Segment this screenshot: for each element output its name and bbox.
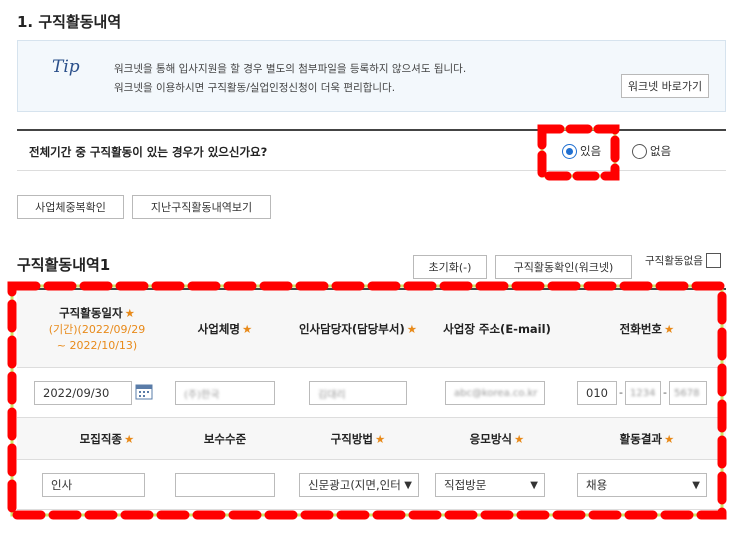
chevron-down-icon: ▼ xyxy=(404,479,412,491)
phone-last-input[interactable]: 5678 xyxy=(669,381,707,405)
job-search-method-select[interactable]: 신문광고(지면,인터 ▼ xyxy=(299,473,419,497)
activity-date-input[interactable]: 2022/09/30 xyxy=(34,381,132,405)
salary-input[interactable] xyxy=(175,473,275,497)
chevron-down-icon: ▼ xyxy=(692,479,700,491)
header-job-type: 모집직종 ★ xyxy=(79,431,135,446)
table-input-row-1: 2022/09/30 (주)한국 김대리 abc@korea.co.kr 010… xyxy=(17,368,726,418)
address-email-input[interactable]: abc@korea.co.kr xyxy=(445,381,545,405)
activity-table: 구직활동일자 ★ (기간)(2022/09/29 ~ 2022/10/13) 사업… xyxy=(17,288,726,510)
header-hr-manager: 인사담당자(담당부서) ★ xyxy=(298,321,418,336)
table-input-row-2: 인사 신문광고(지면,인터 ▼ 직접방문 ▼ 채용 ▼ xyxy=(17,460,726,510)
tip-box: Tip 워크넷을 통해 입사지원을 할 경우 별도의 첨부파일을 등록하지 않으… xyxy=(17,40,726,112)
header-company: 사업체명 ★ xyxy=(197,321,253,336)
phone-prefix-input[interactable]: 010 xyxy=(577,381,617,405)
header-job-search-method: 구직방법 ★ xyxy=(330,431,386,446)
tip-line-1: 워크넷을 통해 입사지원을 할 경우 별도의 첨부파일을 등록하지 않으셔도 됩… xyxy=(114,63,467,75)
no-activity-checkbox[interactable]: 구직활동없음 xyxy=(645,253,721,268)
header-apply-method: 응모방식 ★ xyxy=(469,431,525,446)
worknet-activity-confirm-button[interactable]: 구직활동확인(워크넷) xyxy=(495,255,632,279)
radio-no[interactable]: 없음 xyxy=(632,143,671,159)
header-activity-date: 구직활동일자 ★ (기간)(2022/09/29 ~ 2022/10/13) xyxy=(48,305,146,352)
radio-yes-label: 있음 xyxy=(580,144,602,158)
date-period: (기간)(2022/09/29 xyxy=(48,322,146,336)
header-address: 사업장 주소(E-mail) xyxy=(443,321,551,336)
job-type-input[interactable]: 인사 xyxy=(42,473,145,497)
phone-dash-1: - xyxy=(619,386,623,399)
section-title: 1. 구직활동내역 xyxy=(17,13,122,31)
company-name-input[interactable]: (주)한국 xyxy=(175,381,275,405)
activity-question: 전체기간 중 구직활동이 있는 경우가 있으신가요? xyxy=(29,145,268,159)
no-activity-box[interactable] xyxy=(705,253,721,268)
header-activity-result: 활동결과 ★ xyxy=(619,431,675,446)
reset-button[interactable]: 초기화(-) xyxy=(413,255,487,279)
phone-middle-input[interactable]: 1234 xyxy=(625,381,661,405)
radio-no-label: 없음 xyxy=(650,144,672,158)
date-period-end: ~ 2022/10/13) xyxy=(56,338,138,352)
table-header-row-1: 구직활동일자 ★ (기간)(2022/09/29 ~ 2022/10/13) 사업… xyxy=(17,290,726,368)
company-duplicate-check-button[interactable]: 사업체중복확인 xyxy=(17,195,124,219)
radio-yes-circle[interactable] xyxy=(562,143,577,159)
apply-method-select[interactable]: 직접방문 ▼ xyxy=(435,473,545,497)
radio-no-circle[interactable] xyxy=(632,143,647,159)
activity-result-select[interactable]: 채용 ▼ xyxy=(577,473,707,497)
activity-question-row: 전체기간 중 구직활동이 있는 경우가 있으신가요? 있음 없음 xyxy=(17,129,726,171)
hr-manager-input[interactable]: 김대리 xyxy=(309,381,407,405)
no-activity-label: 구직활동없음 xyxy=(645,255,703,267)
header-salary: 보수수준 xyxy=(203,431,247,446)
chevron-down-icon: ▼ xyxy=(530,479,538,491)
worknet-shortcut-button[interactable]: 워크넷 바로가기 xyxy=(621,74,709,98)
past-activity-view-button[interactable]: 지난구직활동내역보기 xyxy=(132,195,271,219)
table-header-row-2: 모집직종 ★ 보수수준 구직방법 ★ 응모방식 ★ 활동결과 ★ xyxy=(17,418,726,460)
radio-yes[interactable]: 있음 xyxy=(562,143,601,159)
activity-list-title: 구직활동내역1 xyxy=(17,256,111,274)
phone-dash-2: - xyxy=(663,386,667,399)
calendar-icon[interactable] xyxy=(135,382,153,400)
tip-label: Tip xyxy=(52,57,80,77)
tip-line-2: 워크넷을 이용하시면 구직활동/실업인정신청이 더욱 편리합니다. xyxy=(114,82,396,94)
header-phone: 전화번호 ★ xyxy=(619,321,675,336)
